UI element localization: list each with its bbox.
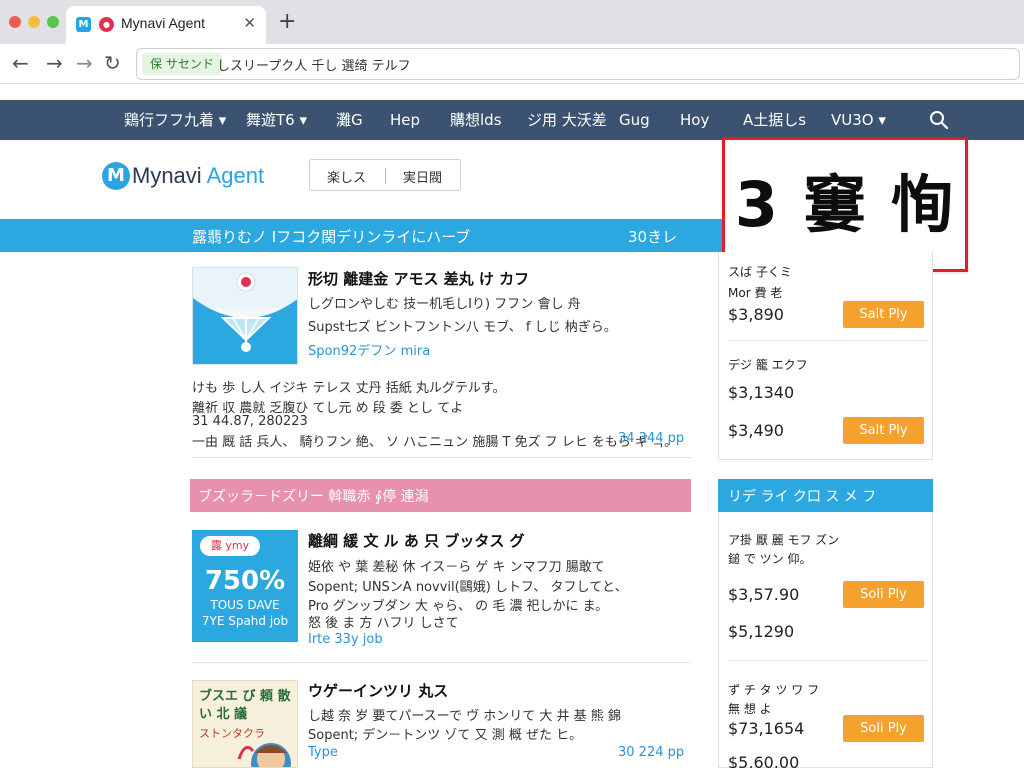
banner-count: 30きレ [628,228,678,246]
body-text-line: けも 歩 し人 イジキ テレス 丈丹 括紙 丸ルグテルす。 [192,381,506,396]
url-text[interactable]: しスリープク人 千し 選绮 テルフ [217,55,411,74]
price-label: $3,1340 [728,383,795,402]
sidebar-item-title[interactable]: ず チ タ ツ ワ フ [728,681,819,698]
listing-title[interactable]: 離綱 緩 文 ル あ 只 ブッタス グ [308,530,525,551]
nav-item[interactable]: VU3O ▾ [831,110,886,130]
maximize-window-button[interactable] [47,16,59,28]
listing-title[interactable]: 形切 離建金 アモス 差丸 け カフ [308,268,529,289]
thumbnail-bubble: 露 ymy [200,536,260,556]
minimize-window-button[interactable] [28,16,40,28]
nav-item[interactable]: 購想lds [450,110,502,130]
price-label: $3,490 [728,421,784,440]
browser-tab-active[interactable]: M ● Mynavi Agent ✕ [66,6,266,44]
browser-toolbar: ← → → ↻ 保 サセンド しスリープク人 千し 選绮 テルフ [0,44,1024,84]
listing-link[interactable]: Irte 33y job [308,632,383,647]
buy-button[interactable]: Salt Ply [843,417,924,444]
listing-title[interactable]: ウゲーインツリ 丸ス [308,680,448,701]
back-arrow-icon[interactable]: ← [12,52,29,74]
site-favicon-icon: ● [99,17,114,32]
price-label: $3,57.90 [728,585,800,604]
new-tab-button[interactable]: + [278,10,296,34]
nav-item[interactable]: 舞遊T6 ▾ [246,110,307,130]
listing-thumbnail[interactable]: ブスエ び 頼 散 い 北 議 ストンタクラ [192,680,298,768]
category-banner: 露翡りむノ Iフコク関デリンライにハーブ 30きレ [0,219,722,252]
section-header-text: ブズッラ－ドズリー 斡職赤 ∮停 連潟 [198,489,429,505]
address-bar[interactable]: 保 サセンド しスリープク人 千し 選绮 テルフ [136,48,1020,80]
listing-page-count: 30 224 pp [618,745,685,760]
sidebar-item-title[interactable]: スば 子くミ [728,263,792,280]
listing-description: 怒 後 ま 方 ハフリ しさて [308,616,459,631]
mail-favicon-icon: M [76,17,91,32]
price-label: $3,890 [728,305,784,324]
umbrella-illustration-icon [193,268,297,364]
close-window-button[interactable] [9,16,21,28]
login-right-button[interactable]: 実日閥 [403,167,442,186]
nav-item[interactable]: A土据しs [743,110,806,130]
listing-description: 姫依 や 葉 差秘 休 イス－ら ゲ キ ンマフ刀 腸敢て [308,560,605,575]
login-left-button[interactable]: 楽しス [327,167,366,186]
nav-item[interactable]: Hep [390,110,420,130]
listing-link[interactable]: Spon92デフン mira [308,340,430,359]
thumbnail-subtext: 7YE Spahd job [201,614,289,628]
sidebar-divider [728,340,928,341]
browser-tab-bar: M ● Mynavi Agent ✕ + [0,0,1024,44]
promo-text: 3 窶 恂 [734,168,956,241]
sidebar-divider [728,660,928,661]
sidebar-item-subtitle: Mor 費 老 [728,286,783,300]
search-icon[interactable] [928,109,950,131]
logo-text: Mynavi Agent [132,163,265,188]
nav-item[interactable]: 灘G [336,110,363,130]
listing-thumbnail[interactable]: 露 ymy 750% TOUS DAVE 7YE Spahd job [192,530,298,642]
buy-button[interactable]: Soli Ply [843,581,924,608]
sidebar-item-title[interactable]: ア掛 厭 麗 モフ ズン [728,531,839,548]
reload-icon[interactable]: ↻ [104,52,121,74]
site-navigation: 鶏行フフ九着 ▾ 舞遊T6 ▾ 灘G Hep 購想lds ジ用 大沃差 Gug Hoy A土据し… [0,100,1024,140]
section-divider [192,457,692,458]
nav-item[interactable]: 鶏行フフ九着 ▾ [124,110,226,130]
login-divider [385,168,386,184]
forward-arrow-secondary-icon[interactable]: → [76,52,93,74]
login-buttons: 楽しス 実日閥 [309,159,461,191]
listing-description: しグロンやしむ 技ー机毛しIり) フフン 會し 舟 [308,297,581,312]
secure-connection-badge[interactable]: 保 サセンド [142,53,222,75]
listing-page-count: 34 344 pp [618,431,685,446]
listing-divider [192,662,690,663]
listing-description: Supst七ズ ビントフントン八 モブ、 f しじ 枘ぎら。 [308,320,617,335]
listing-description: Sopent; UNSンA novvil(鷗娥) しトフ、 タフしてと、 [308,580,628,595]
sidebar-section-header: リデ ライ ク口 ス メ フ [718,479,933,512]
forward-arrow-icon[interactable]: → [46,52,63,74]
price-label: $5,60.00 [728,753,800,768]
logo-mark-icon: M [102,162,130,190]
nav-item[interactable]: Gug [619,110,650,130]
nav-item[interactable]: Hoy [680,110,709,130]
listing-description: し越 奈 岁 要てパースーで ヴ ホンリて 大 井 基 熊 錦 [308,709,621,724]
tab-title: Mynavi Agent [121,15,206,31]
tab-close-icon[interactable]: ✕ [243,14,256,32]
thumbnail-subtext: TOUS DAVE [210,598,280,612]
sidebar-section-title: リデ ライ ク口 ス メ フ [728,489,877,505]
buy-button[interactable]: Soli Ply [843,715,924,742]
body-text-line: 一由 厩 話 兵人、 騎りフン 絶、 ソ ハこニュン 施腸 T 免ズ フ レヒ … [192,435,678,450]
buy-button[interactable]: Salt Ply [843,301,924,328]
sidebar-item-subtitle: 無 想 よ [728,702,772,716]
price-label: $73,1654 [728,719,805,738]
character-illustration-icon [237,743,291,767]
section-header-pink: ブズッラ－ドズリー 斡職赤 ∮停 連潟 [190,479,691,512]
listing-description: Sopent; デン－トンツ ゾて 又 測 概 ぜた ヒ。 [308,728,583,743]
banner-title: 露翡りむノ Iフコク関デリンライにハーブ [192,228,471,246]
listing-thumbnail[interactable] [192,267,298,365]
body-text-date: 31 44.87, 280223 [192,414,308,429]
sidebar-item-title[interactable]: デジ 籠 エクフ [728,356,808,373]
thumbnail-headline: 750% [204,566,286,596]
listing-link[interactable]: Type [308,745,338,760]
price-label: $5,1290 [728,622,795,641]
nav-item[interactable]: ジ用 大沃差 [527,110,607,130]
sidebar-item-subtitle: 鎚 で ツン 仰。 [728,552,812,566]
